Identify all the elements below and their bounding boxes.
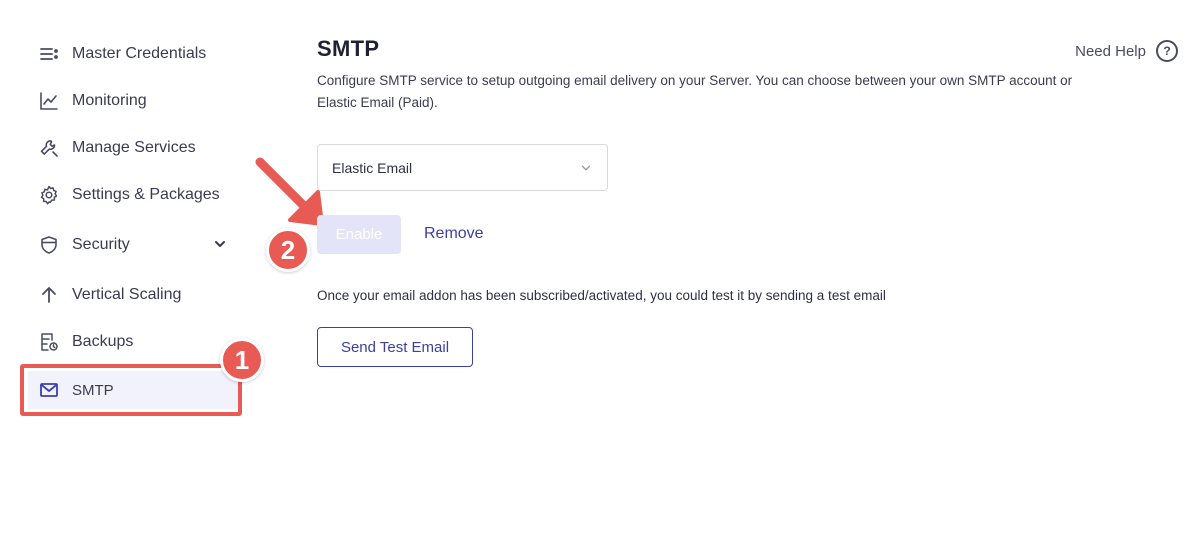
wrench-icon (38, 137, 60, 159)
sidebar-item-master-credentials[interactable]: Master Credentials (28, 35, 238, 73)
sidebar-item-label: Backups (72, 333, 134, 350)
chevron-down-icon (581, 165, 591, 171)
sidebar-item-manage-services[interactable]: Manage Services (28, 129, 238, 167)
remove-link[interactable]: Remove (424, 225, 484, 243)
annotation-step-1-badge: 1 (220, 338, 264, 382)
sidebar-item-monitoring[interactable]: Monitoring (28, 82, 238, 120)
sidebar-item-security[interactable]: Security (28, 226, 238, 264)
sidebar-item-label: Manage Services (72, 139, 196, 156)
test-email-hint: Once your email addon has been subscribe… (317, 288, 886, 303)
help-icon: ? (1156, 40, 1178, 62)
sidebar-item-label: Settings & Packages (72, 186, 220, 203)
chevron-down-icon[interactable] (212, 236, 228, 252)
sidebar-item-label: Master Credentials (72, 45, 207, 62)
backup-icon (38, 331, 60, 353)
page-description: Configure SMTP service to setup outgoing… (317, 73, 1073, 110)
annotation-highlight-box (20, 364, 242, 416)
sidebar-item-label: Security (72, 236, 130, 253)
sidebar-item-label: Monitoring (72, 92, 147, 109)
arrow-up-icon (38, 284, 60, 306)
sidebar-item-label: Vertical Scaling (72, 286, 182, 303)
sidebar-item-backups[interactable]: Backups (28, 323, 238, 361)
smtp-provider-selected-value: Elastic Email (332, 159, 413, 176)
gear-icon (38, 184, 60, 206)
sidebar: Master Credentials Monitoring Manage Ser… (0, 0, 250, 554)
enable-button[interactable]: Enable (317, 215, 401, 254)
chart-line-icon (38, 90, 60, 112)
send-test-email-button[interactable]: Send Test Email (317, 327, 473, 367)
smtp-provider-select[interactable]: Elastic Email (317, 144, 608, 191)
shield-icon (38, 234, 60, 256)
annotation-step-2-badge: 2 (266, 228, 310, 272)
sidebar-item-settings-packages[interactable]: Settings & Packages (28, 176, 238, 214)
page-title: SMTP (317, 36, 380, 61)
need-help-label: Need Help (1075, 42, 1146, 60)
list-icon (38, 43, 60, 65)
sidebar-item-vertical-scaling[interactable]: Vertical Scaling (28, 276, 238, 314)
need-help-link[interactable]: Need Help ? (1075, 40, 1178, 62)
